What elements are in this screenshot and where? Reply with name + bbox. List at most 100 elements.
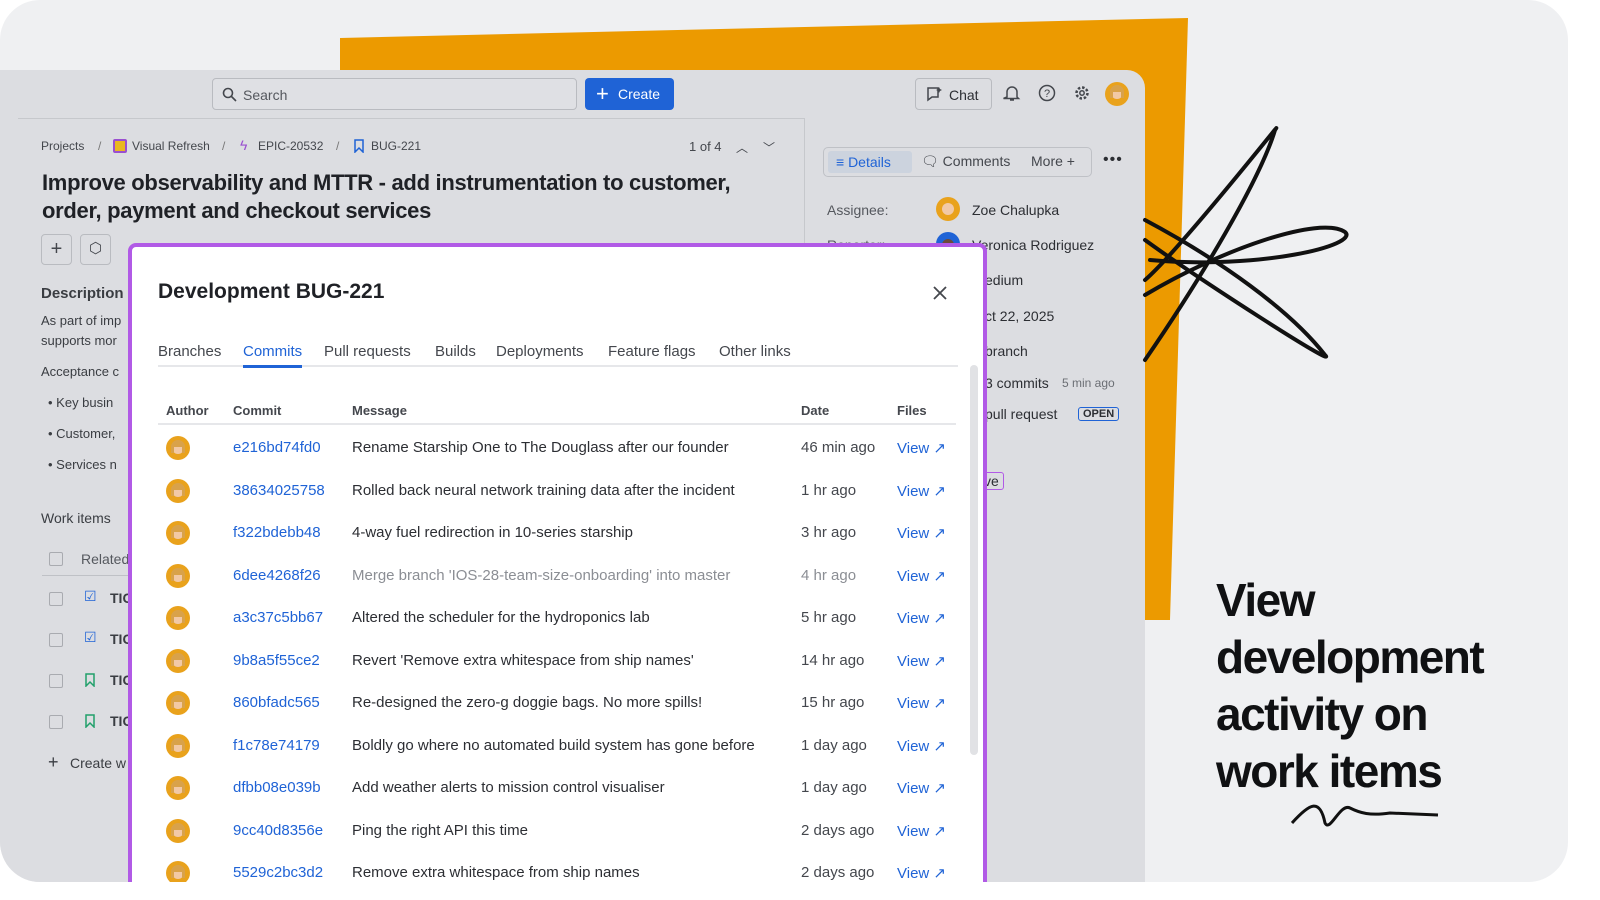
work-items-heading[interactable]: Work items: [41, 510, 111, 526]
commit-message: Altered the scheduler for the hydroponic…: [352, 609, 650, 626]
column-files: Files: [897, 403, 927, 418]
settings-icon[interactable]: [1073, 84, 1091, 102]
add-button[interactable]: +: [41, 234, 72, 265]
commit-date: 2 days ago: [801, 864, 875, 881]
bell-icon[interactable]: [1003, 84, 1021, 102]
commit-hash-link[interactable]: f1c78e74179: [233, 737, 320, 754]
tab-pull-requests[interactable]: Pull requests: [324, 343, 411, 367]
column-message: Message: [352, 403, 407, 418]
commit-date: 5 hr ago: [801, 609, 857, 626]
commit-message: 4-way fuel redirection in 10-series star…: [352, 524, 633, 541]
tab-builds[interactable]: Builds: [435, 343, 476, 367]
commit-message: Remove extra whitespace from ship names: [352, 864, 640, 881]
user-avatar[interactable]: [1105, 82, 1129, 106]
search-input[interactable]: Search: [212, 78, 577, 110]
commit-date: 1 hr ago: [801, 481, 857, 499]
tab-other-links[interactable]: Other links: [719, 343, 791, 367]
commits-link[interactable]: 3 commits: [985, 375, 1049, 391]
view-files-link[interactable]: View ↗: [897, 439, 946, 457]
tab-branches[interactable]: Branches: [158, 343, 221, 367]
bookmark-icon: [354, 139, 364, 153]
tab-more[interactable]: More +: [1031, 153, 1075, 169]
author-avatar: [166, 733, 190, 758]
assignee-name[interactable]: Zoe Chalupka: [972, 202, 1059, 218]
breadcrumb-separator: /: [98, 139, 102, 153]
commit-message: Add weather alerts to mission control vi…: [352, 779, 665, 796]
dialog-title: Development BUG-221: [158, 280, 385, 303]
chat-icon: [927, 87, 942, 102]
commit-hash-link[interactable]: 5529c2bc3d2: [233, 864, 323, 881]
commit-date: 46 min ago: [801, 439, 876, 456]
author-avatar: [166, 861, 190, 882]
task-icon: ☑: [84, 588, 97, 604]
author-avatar: [166, 648, 190, 673]
commit-message: Merge branch 'IOS-28-team-size-onboardin…: [352, 566, 731, 584]
commit-date: 1 day ago: [801, 736, 867, 754]
headline-line: View: [1216, 574, 1316, 626]
view-files-link[interactable]: View ↗: [897, 864, 946, 882]
commit-hash-link[interactable]: 6dee4268f26: [233, 567, 321, 584]
view-files-link[interactable]: View ↗: [897, 779, 946, 797]
view-files-link[interactable]: View ↗: [897, 694, 946, 712]
commit-hash-link[interactable]: a3c37c5bb67: [233, 609, 323, 626]
commit-hash-link[interactable]: e216bd74fd0: [233, 439, 321, 456]
row-checkbox[interactable]: [49, 674, 63, 688]
view-files-link[interactable]: View ↗: [897, 609, 946, 627]
scrollbar[interactable]: [970, 365, 978, 755]
chevron-down-icon[interactable]: ﹀: [763, 139, 775, 156]
tab-feature-flags[interactable]: Feature flags: [608, 343, 696, 367]
tab-comments[interactable]: 🗨 Comments: [921, 153, 1010, 170]
create-button[interactable]: + Create: [585, 78, 674, 110]
apps-button[interactable]: ⬡: [80, 234, 111, 265]
commit-date: 2 days ago: [801, 821, 875, 839]
view-files-link[interactable]: View ↗: [897, 482, 946, 500]
author-avatar: [166, 563, 190, 588]
breadcrumb-epic[interactable]: EPIC-20532: [258, 139, 323, 153]
row-checkbox[interactable]: [49, 633, 63, 647]
bullet-item: • Key busin: [48, 395, 114, 410]
commit-hash-link[interactable]: 9cc40d8356e: [233, 822, 323, 839]
commit-hash-link[interactable]: dfbb08e039b: [233, 779, 321, 796]
view-files-link[interactable]: View ↗: [897, 524, 946, 542]
view-files-link[interactable]: View ↗: [897, 737, 946, 755]
close-icon[interactable]: [932, 285, 948, 301]
due-date-value[interactable]: ct 22, 2025: [985, 308, 1054, 324]
row-checkbox[interactable]: [49, 715, 63, 729]
tab-deployments[interactable]: Deployments: [496, 343, 584, 367]
create-work-item-link[interactable]: Create w: [70, 755, 126, 771]
story-icon: [85, 673, 95, 687]
commit-hash-link[interactable]: 9b8a5f55ce2: [233, 652, 320, 669]
view-files-link[interactable]: View ↗: [897, 567, 946, 585]
select-all-checkbox[interactable]: [49, 552, 63, 566]
epic-icon: ϟ: [240, 137, 248, 153]
priority-value[interactable]: edium: [985, 272, 1023, 288]
more-actions-icon[interactable]: •••: [1103, 151, 1123, 169]
branch-link[interactable]: branch: [985, 343, 1028, 359]
author-avatar: [166, 436, 190, 460]
chevron-up-icon[interactable]: ︿: [736, 139, 748, 156]
task-icon: ☑: [84, 629, 97, 645]
pager-count: 1 of 4: [689, 139, 722, 154]
commit-hash-link[interactable]: 38634025758: [233, 482, 325, 499]
plus-icon: +: [48, 752, 59, 772]
project-icon: [113, 139, 127, 153]
bullet-item: • Services n: [48, 457, 117, 472]
chat-button[interactable]: Chat: [915, 78, 992, 110]
reporter-name[interactable]: Veronica Rodriguez: [972, 237, 1094, 253]
breadcrumb-project[interactable]: Visual Refresh: [132, 139, 210, 153]
dialog-tabs: Branches Commits Pull requests Builds De…: [158, 343, 958, 368]
tab-details[interactable]: ≡ Details: [828, 151, 912, 173]
view-files-link[interactable]: View ↗: [897, 652, 946, 670]
commits-time: 5 min ago: [1062, 376, 1115, 390]
commit-hash-link[interactable]: 860bfadc565: [233, 694, 320, 711]
tab-commits[interactable]: Commits: [243, 343, 303, 368]
commit-hash-link[interactable]: f322bdebb48: [233, 524, 321, 541]
chat-label: Chat: [949, 87, 979, 103]
row-checkbox[interactable]: [49, 592, 63, 606]
help-icon[interactable]: ?: [1038, 84, 1056, 102]
breadcrumb-issue[interactable]: BUG-221: [371, 139, 421, 153]
pull-request-link[interactable]: pull request: [985, 406, 1057, 422]
view-files-link[interactable]: View ↗: [897, 822, 946, 840]
svg-text:?: ?: [1044, 88, 1050, 100]
breadcrumb-projects[interactable]: Projects: [41, 139, 84, 153]
